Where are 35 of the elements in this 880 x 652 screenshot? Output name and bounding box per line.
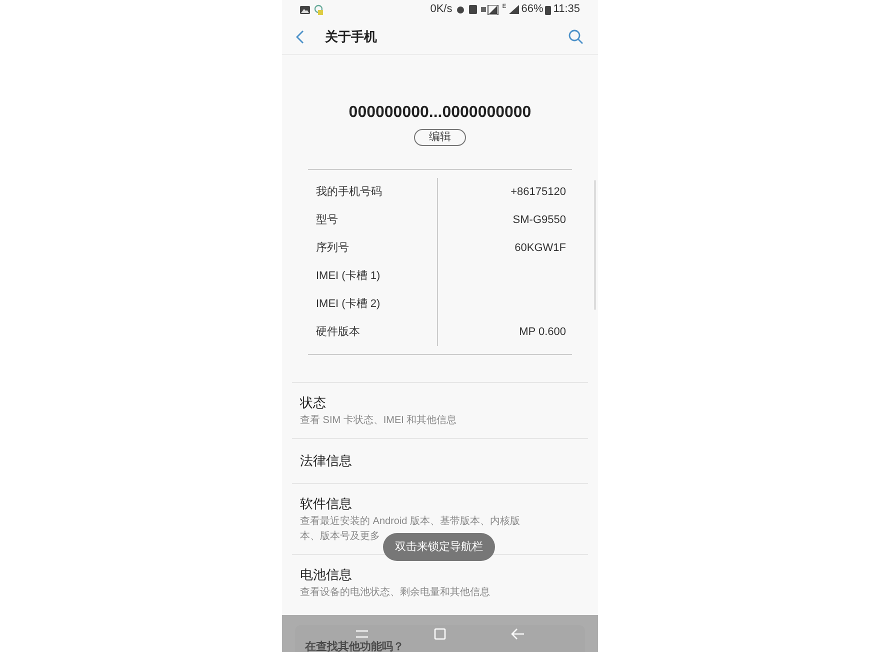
info-label: 序列号 xyxy=(315,240,350,256)
home-icon[interactable] xyxy=(434,628,446,640)
page-title: 关于手机 xyxy=(325,28,377,46)
info-label: IMEI (卡槽 1) xyxy=(315,268,382,284)
signal-bars-icon xyxy=(509,5,520,14)
toast: 双击来锁定导航栏 xyxy=(383,533,495,561)
recent-apps-icon[interactable] xyxy=(354,628,369,638)
info-value: +86175120 xyxy=(510,184,566,200)
menu-item-title: 状态 xyxy=(300,394,326,412)
network-speed: 0K/s xyxy=(430,2,452,18)
edit-button[interactable]: 编辑 xyxy=(414,129,466,146)
info-value: 60KGW1F xyxy=(514,240,566,256)
device-name: 000000000...0000000000 xyxy=(348,103,532,123)
menu-item[interactable]: 法律信息 xyxy=(292,438,588,483)
suggestion-title: 在查找其他功能吗？ xyxy=(305,641,404,652)
clock: 11:35 xyxy=(553,2,580,18)
info-value: MP 0.600 xyxy=(519,324,566,340)
alarm-icon xyxy=(456,5,466,14)
menu-item-title: 软件信息 xyxy=(300,495,352,513)
search-button[interactable] xyxy=(568,28,584,44)
battery-saver-icon xyxy=(314,4,323,15)
suggestion-card[interactable]: 在查找其他功能吗？ xyxy=(295,625,585,652)
info-label: 我的手机号码 xyxy=(315,184,383,200)
menu-item-subtitle: 查看设备的电池状态、剩余电量和其他信息 xyxy=(300,586,491,600)
info-value: SM-G9550 xyxy=(512,212,566,228)
image-icon xyxy=(300,6,310,14)
menu-item-title: 法律信息 xyxy=(300,452,352,470)
info-label: IMEI (卡槽 2) xyxy=(315,296,382,312)
menu-item[interactable]: 状态 查看 SIM 卡状态、IMEI 和其他信息 xyxy=(292,382,588,438)
menu-item-title: 电池信息 xyxy=(300,566,352,584)
battery-percent: 66% xyxy=(521,2,544,18)
back-icon[interactable] xyxy=(511,628,526,640)
menu-item-subtitle: 查看 SIM 卡状态、IMEI 和其他信息 xyxy=(300,414,458,428)
info-label: 型号 xyxy=(315,212,339,228)
info-label: 硬件版本 xyxy=(315,324,361,340)
